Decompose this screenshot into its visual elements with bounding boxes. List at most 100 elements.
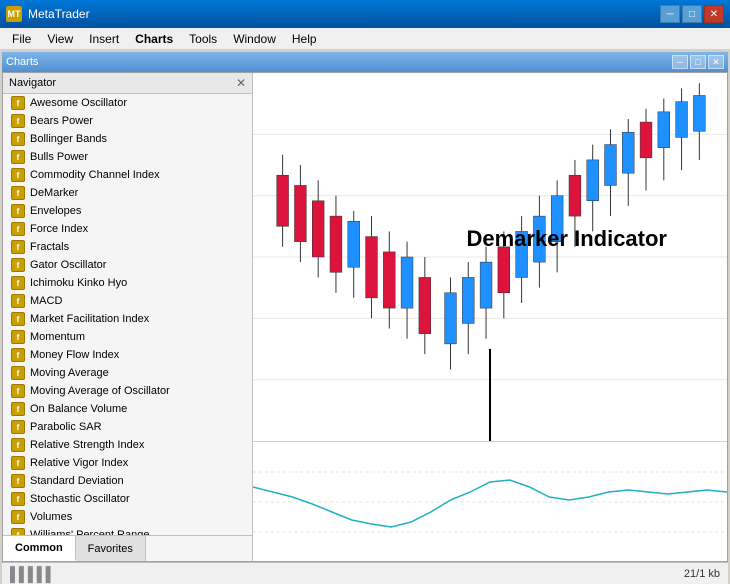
inner-close-button[interactable]: ✕ <box>708 55 724 69</box>
nav-item-label: Market Facilitation Index <box>30 313 149 325</box>
status-bars-icon: ▌▌▌▌▌ <box>10 566 55 582</box>
nav-item-label: Envelopes <box>30 205 81 217</box>
close-button[interactable]: ✕ <box>704 5 724 23</box>
nav-item[interactable]: fCommodity Channel Index <box>3 166 252 184</box>
menu-tools[interactable]: Tools <box>181 30 225 48</box>
nav-item-icon: f <box>11 132 25 146</box>
nav-item-icon: f <box>11 348 25 362</box>
nav-item-label: Relative Strength Index <box>30 439 144 451</box>
menu-help[interactable]: Help <box>284 30 325 48</box>
nav-item-icon: f <box>11 312 25 326</box>
nav-item-label: MACD <box>30 295 62 307</box>
tab-common[interactable]: Common <box>3 536 76 561</box>
nav-item[interactable]: f Volumes <box>3 508 252 526</box>
nav-item[interactable]: fBears Power <box>3 112 252 130</box>
nav-item-icon: f <box>11 150 25 164</box>
nav-item[interactable]: fRelative Strength Index <box>3 436 252 454</box>
nav-item-icon: f <box>11 204 25 218</box>
nav-item[interactable]: f Force Index <box>3 220 252 238</box>
nav-item[interactable]: fGator Oscillator <box>3 256 252 274</box>
nav-item[interactable]: f Relative Vigor Index <box>3 454 252 472</box>
nav-item[interactable]: f Stochastic Oscillator <box>3 490 252 508</box>
nav-item-label: Relative Vigor Index <box>30 457 128 469</box>
nav-item-label: Commodity Channel Index <box>30 169 160 181</box>
nav-item[interactable]: f Ichimoku Kinko Hyo <box>3 274 252 292</box>
menu-view[interactable]: View <box>39 30 81 48</box>
nav-item-label: Momentum <box>30 331 85 343</box>
nav-item-icon: f <box>11 510 25 524</box>
minimize-button[interactable]: ─ <box>660 5 680 23</box>
menu-charts[interactable]: Charts <box>127 30 181 48</box>
nav-item[interactable]: f Bollinger Bands <box>3 130 252 148</box>
inner-maximize-button[interactable]: □ <box>690 55 706 69</box>
nav-item[interactable]: fOn Balance Volume <box>3 400 252 418</box>
nav-item-label: Bulls Power <box>30 151 88 163</box>
indicator-chart <box>253 441 727 561</box>
nav-item-icon: f <box>11 222 25 236</box>
nav-item-icon: f <box>11 114 25 128</box>
nav-item-icon: f <box>11 402 25 416</box>
nav-item-label: DeMarker <box>30 187 78 199</box>
nav-item-icon: f <box>11 456 25 470</box>
navigator-panel: Navigator ✕ fAwesome OscillatorfBears Po… <box>3 73 253 561</box>
chart-area: Demarker Indicator <box>253 73 727 561</box>
status-left: ▌▌▌▌▌ <box>10 566 55 582</box>
nav-item-label: Force Index <box>30 223 88 235</box>
nav-item[interactable]: f Momentum <box>3 328 252 346</box>
nav-item[interactable]: fWilliams' Percent Range <box>3 526 252 535</box>
nav-item-icon: f <box>11 330 25 344</box>
app-icon: MT <box>6 6 22 22</box>
title-bar-controls: ─ □ ✕ <box>660 5 724 23</box>
nav-item[interactable]: f Bulls Power <box>3 148 252 166</box>
nav-item-label: Fractals <box>30 241 69 253</box>
nav-item-label: Bollinger Bands <box>30 133 107 145</box>
nav-item-label: Moving Average of Oscillator <box>30 385 170 397</box>
nav-item-icon: f <box>11 366 25 380</box>
nav-item-label: Ichimoku Kinko Hyo <box>30 277 127 289</box>
nav-item-icon: f <box>11 420 25 434</box>
maximize-button[interactable]: □ <box>682 5 702 23</box>
nav-item[interactable]: f MACD <box>3 292 252 310</box>
nav-item[interactable]: f Standard Deviation <box>3 472 252 490</box>
nav-item-label: Standard Deviation <box>30 475 124 487</box>
nav-item-label: Parabolic SAR <box>30 421 102 433</box>
inner-title-bar: Charts ─ □ ✕ <box>2 52 728 72</box>
tab-favorites[interactable]: Favorites <box>76 536 146 561</box>
nav-item[interactable]: f Envelopes <box>3 202 252 220</box>
inner-minimize-button[interactable]: ─ <box>672 55 688 69</box>
menu-bar: File View Insert Charts Tools Window Hel… <box>0 28 730 50</box>
navigator-tabs: Common Favorites <box>3 535 252 561</box>
nav-item-label: Stochastic Oscillator <box>30 493 130 505</box>
nav-item-icon: f <box>11 294 25 308</box>
nav-item-label: Gator Oscillator <box>30 259 106 271</box>
nav-item-icon: f <box>11 384 25 398</box>
menu-window[interactable]: Window <box>225 30 284 48</box>
nav-item-label: Volumes <box>30 511 72 523</box>
nav-item[interactable]: f Moving Average <box>3 364 252 382</box>
nav-item-label: Money Flow Index <box>30 349 119 361</box>
nav-item-icon: f <box>11 474 25 488</box>
nav-item-icon: f <box>11 276 25 290</box>
nav-item-icon: f <box>11 186 25 200</box>
status-bar: ▌▌▌▌▌ 21/1 kb <box>2 562 728 584</box>
nav-item-label: Moving Average <box>30 367 109 379</box>
nav-item[interactable]: fAwesome Oscillator <box>3 94 252 112</box>
nav-item[interactable]: f Fractals <box>3 238 252 256</box>
candlestick-chart[interactable]: Demarker Indicator <box>253 73 727 441</box>
nav-item[interactable]: f DeMarker <box>3 184 252 202</box>
menu-insert[interactable]: Insert <box>81 30 127 48</box>
inner-title: Charts <box>6 56 38 68</box>
nav-item[interactable]: f Market Facilitation Index <box>3 310 252 328</box>
navigator-list[interactable]: fAwesome OscillatorfBears PowerfBollinge… <box>3 94 252 535</box>
navigator-header: Navigator ✕ <box>3 73 252 94</box>
inner-title-controls: ─ □ ✕ <box>672 55 724 69</box>
nav-item[interactable]: f Moving Average of Oscillator <box>3 382 252 400</box>
menu-file[interactable]: File <box>4 30 39 48</box>
title-bar: MT MetaTrader ─ □ ✕ <box>0 0 730 28</box>
nav-item[interactable]: f Money Flow Index <box>3 346 252 364</box>
nav-item[interactable]: f Parabolic SAR <box>3 418 252 436</box>
indicator-svg <box>253 442 727 561</box>
navigator-close-icon[interactable]: ✕ <box>236 76 246 90</box>
nav-item-icon: f <box>11 492 25 506</box>
nav-item-icon: f <box>11 240 25 254</box>
